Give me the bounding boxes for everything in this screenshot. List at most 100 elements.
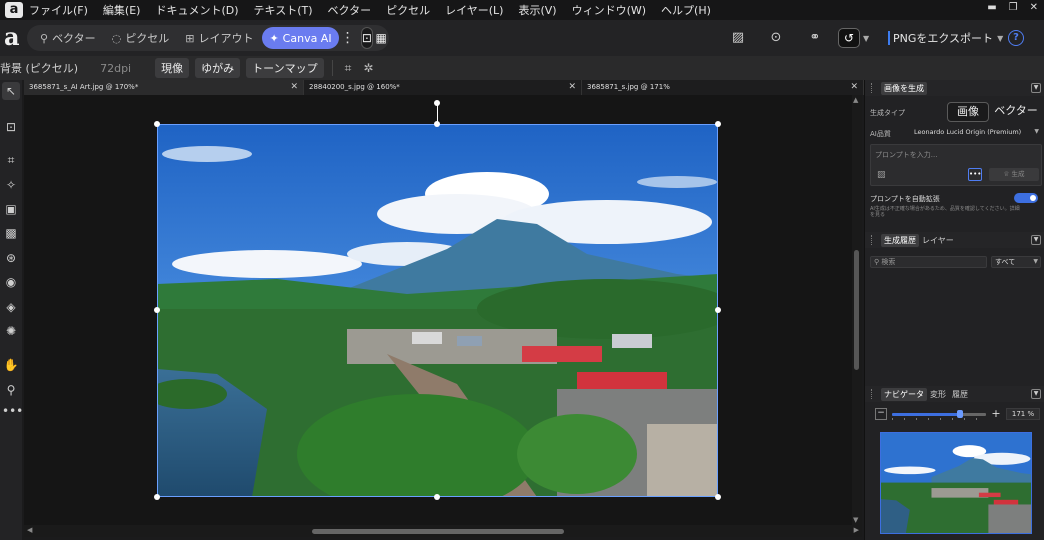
model-select[interactable]: Leonardo Lucid Origin (Premium) ▼ bbox=[911, 125, 1041, 139]
history-filter-select[interactable]: すべて ▼ bbox=[991, 256, 1041, 268]
canvas-area[interactable] bbox=[24, 95, 852, 525]
horizontal-scroll-thumb[interactable] bbox=[312, 529, 564, 534]
close-icon[interactable]: ✕ bbox=[290, 80, 298, 95]
persona-layout-label: レイアウト bbox=[198, 32, 254, 45]
restore-icon[interactable]: ❐ bbox=[1009, 2, 1018, 13]
grid-view-button[interactable]: ▦ bbox=[375, 27, 387, 49]
scroll-right-icon[interactable]: ▶ bbox=[854, 526, 859, 534]
resize-handle-top[interactable] bbox=[434, 121, 440, 127]
hand-icon[interactable]: ✋ bbox=[2, 356, 20, 374]
move-tool-icon[interactable]: ↖ bbox=[2, 82, 20, 100]
tab-generate-image[interactable]: 画像を生成 bbox=[881, 81, 927, 95]
type-image-button[interactable]: 画像 bbox=[947, 102, 989, 122]
zoom-slider[interactable] bbox=[892, 413, 960, 416]
menu-layer[interactable]: レイヤー(L) bbox=[445, 2, 503, 18]
more-options-icon[interactable]: ⋮ bbox=[341, 30, 355, 46]
crop-icon[interactable]: ⌗ bbox=[2, 151, 20, 169]
ai-layer-button[interactable]: ⊡ bbox=[360, 27, 374, 49]
prompt-input[interactable]: プロンプトを入力... ▨ ••• ♕ 生成 bbox=[870, 144, 1042, 186]
more-tools-icon[interactable]: ••• bbox=[2, 402, 23, 420]
close-icon[interactable]: ✕ bbox=[568, 80, 576, 95]
panel-grip[interactable] bbox=[871, 389, 875, 399]
close-icon[interactable]: ✕ bbox=[850, 80, 858, 95]
persona-vector[interactable]: ⚲ ベクター bbox=[33, 27, 103, 49]
collapse-icon[interactable]: ▼ bbox=[1031, 389, 1041, 399]
distort-button[interactable]: ゆがみ bbox=[195, 58, 241, 78]
tab-navigator[interactable]: ナビゲータ bbox=[881, 387, 927, 401]
menu-text[interactable]: テキスト(T) bbox=[254, 2, 313, 18]
persona-layout[interactable]: ⊞ レイアウト bbox=[178, 27, 260, 49]
fill-icon[interactable]: ▩ bbox=[2, 224, 20, 242]
tab-layers[interactable]: レイヤー bbox=[919, 234, 957, 247]
vertical-scrollbar[interactable]: ▲ ▼ bbox=[852, 95, 862, 525]
snapping-button[interactable]: ↺ ▼ bbox=[838, 27, 874, 49]
history-search-input[interactable]: ⚲ 検索 bbox=[870, 256, 987, 268]
tab-history[interactable]: 履歴 bbox=[949, 388, 971, 401]
tab-document-3[interactable]: 3685871_s.jpg @ 171% ✕ bbox=[582, 80, 864, 95]
scroll-up-icon[interactable]: ▲ bbox=[853, 96, 858, 104]
panel-grip[interactable] bbox=[871, 83, 875, 93]
menu-vector[interactable]: ベクター bbox=[328, 2, 372, 18]
zoom-out-button[interactable]: − bbox=[875, 408, 887, 420]
collapse-icon[interactable]: ▼ bbox=[1031, 83, 1041, 93]
link-icon[interactable]: ⚭ bbox=[806, 29, 824, 47]
help-icon[interactable]: ? bbox=[1008, 30, 1024, 46]
scroll-down-icon[interactable]: ▼ bbox=[853, 516, 858, 524]
navigator-viewport-frame[interactable] bbox=[880, 432, 1032, 534]
rotate-handle[interactable] bbox=[434, 100, 440, 106]
resize-handle-bottom[interactable] bbox=[434, 494, 440, 500]
menu-view[interactable]: 表示(V) bbox=[518, 2, 556, 18]
magic-wand-icon[interactable]: ✧ bbox=[2, 176, 20, 194]
menu-pixel[interactable]: ピクセル bbox=[386, 2, 430, 18]
persona-pixel[interactable]: ◌ ピクセル bbox=[105, 27, 177, 49]
pen-icon[interactable]: ◈ bbox=[2, 298, 20, 316]
menu-document[interactable]: ドキュメント(D) bbox=[155, 2, 238, 18]
export-png-button[interactable]: PNGをエクスポート ▼ bbox=[888, 27, 1003, 49]
tab-transform[interactable]: 変形 bbox=[927, 388, 949, 401]
panel-grip[interactable] bbox=[871, 235, 875, 245]
model-label: AI品質 bbox=[870, 130, 891, 138]
gear-icon[interactable]: ✲ bbox=[363, 61, 373, 75]
generate-button[interactable]: ♕ 生成 bbox=[989, 168, 1039, 181]
menu-window[interactable]: ウィンドウ(W) bbox=[572, 2, 646, 18]
type-vector-button[interactable]: ベクター bbox=[993, 102, 1039, 122]
clone-icon[interactable]: ⊛ bbox=[2, 249, 20, 267]
crop-grid-icon[interactable]: ⌗ bbox=[345, 61, 352, 76]
zoom-in-button[interactable]: + bbox=[990, 408, 1002, 420]
resize-handle-top-left[interactable] bbox=[154, 121, 160, 127]
more-options-button[interactable]: ••• bbox=[968, 168, 982, 181]
tab-document-1[interactable]: 3685871_s_AI Art.jpg @ 170%* ✕ bbox=[24, 80, 304, 95]
close-window-icon[interactable]: ✕ bbox=[1030, 2, 1038, 13]
sparkle-tool-icon[interactable]: ✺ bbox=[2, 322, 20, 340]
zoom-value-field[interactable]: 171 % bbox=[1006, 408, 1040, 420]
persona-canva-ai[interactable]: ✦ Canva AI bbox=[262, 27, 339, 49]
collapse-icon[interactable]: ▼ bbox=[1031, 235, 1041, 245]
eraser-icon[interactable]: ◉ bbox=[2, 273, 20, 291]
tab-document-2[interactable]: 28840200_s.jpg @ 160%* ✕ bbox=[304, 80, 582, 95]
resize-handle-right[interactable] bbox=[715, 307, 721, 313]
resize-handle-bottom-right[interactable] bbox=[715, 494, 721, 500]
resize-handle-top-right[interactable] bbox=[715, 121, 721, 127]
tab-generation-history[interactable]: 生成履歴 bbox=[881, 233, 919, 247]
scroll-left-icon[interactable]: ◀ bbox=[27, 526, 32, 534]
zoom-icon[interactable]: ⚲ bbox=[2, 381, 20, 399]
background-removal-icon[interactable]: ▨ bbox=[729, 29, 747, 47]
tonemap-button[interactable]: トーンマップ bbox=[246, 58, 324, 78]
develop-button[interactable]: 現像 bbox=[155, 58, 190, 78]
subject-select-icon[interactable]: ⊙ bbox=[767, 29, 785, 47]
image-upload-icon[interactable]: ▨ bbox=[877, 170, 886, 180]
image-icon[interactable]: ▣ bbox=[2, 200, 20, 218]
selection-brush-icon[interactable]: ⊡ bbox=[2, 118, 20, 136]
vertical-scroll-thumb[interactable] bbox=[854, 250, 859, 370]
minimize-icon[interactable]: ▬ bbox=[987, 2, 996, 13]
persona-vector-label: ベクター bbox=[52, 32, 96, 45]
resize-handle-bottom-left[interactable] bbox=[154, 494, 160, 500]
canvas-image[interactable] bbox=[157, 124, 718, 497]
horizontal-scrollbar[interactable]: ◀ ▶ bbox=[24, 525, 862, 537]
auto-prompt-toggle[interactable] bbox=[1014, 193, 1038, 203]
zoom-slider-knob[interactable] bbox=[957, 410, 963, 418]
menu-file[interactable]: ファイル(F) bbox=[29, 2, 88, 18]
menu-help[interactable]: ヘルプ(H) bbox=[661, 2, 711, 18]
resize-handle-left[interactable] bbox=[154, 307, 160, 313]
menu-edit[interactable]: 編集(E) bbox=[103, 2, 141, 18]
